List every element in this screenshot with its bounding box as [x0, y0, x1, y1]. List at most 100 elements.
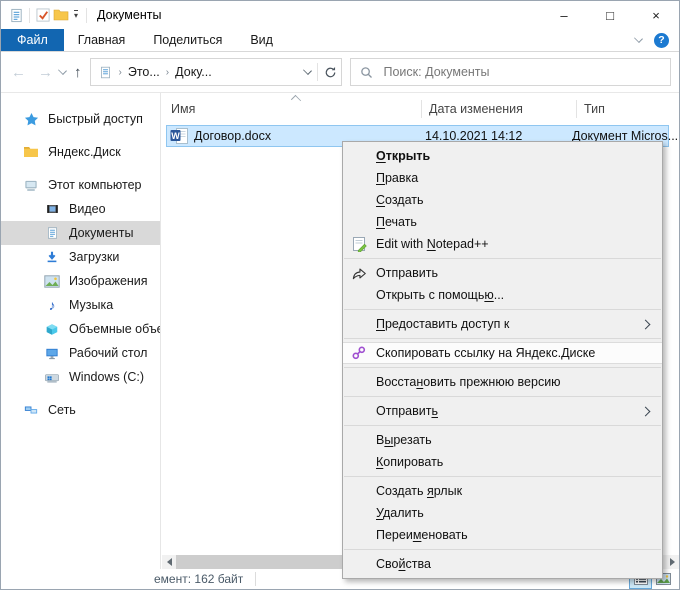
menu-separator — [344, 425, 661, 426]
computer-icon — [22, 177, 40, 193]
sidebar-item-star[interactable]: Быстрый доступ — [1, 107, 160, 131]
column-header-type[interactable]: Тип — [584, 102, 605, 116]
tab-file[interactable]: Файл — [1, 29, 64, 51]
maximize-button[interactable]: □ — [587, 1, 633, 29]
menu-item-3[interactable]: Печать — [343, 211, 662, 233]
sidebar-item-label: Объемные объекты — [69, 322, 161, 336]
menu-icon-spacer — [350, 556, 368, 572]
sidebar-item-music[interactable]: ♪Музыка — [1, 293, 160, 317]
menu-item-14[interactable]: Удалить — [343, 502, 662, 524]
column-headers: Имя Дата изменения Тип — [161, 97, 679, 123]
menu-item-5[interactable]: Отправить — [343, 262, 662, 284]
scroll-left-icon[interactable] — [162, 555, 176, 569]
address-bar[interactable]: ›Это...›Доку... — [90, 58, 342, 86]
breadcrumb: ›Это...›Доку... — [117, 65, 216, 79]
sort-ascending-icon[interactable] — [291, 95, 301, 105]
menu-item-label: Переименовать — [376, 528, 468, 542]
menu-item-label: Копировать — [376, 455, 443, 469]
menu-item-6[interactable]: Открыть с помощью... — [343, 284, 662, 306]
downloads-icon — [43, 249, 61, 265]
search-box[interactable] — [350, 58, 672, 86]
close-button[interactable]: × — [633, 1, 679, 29]
menu-item-0[interactable]: Открыть — [343, 145, 662, 167]
search-input[interactable] — [382, 64, 671, 80]
menu-item-1[interactable]: Правка — [343, 167, 662, 189]
ribbon-tabstrip: Файл ГлавнаяПоделитьсяВид ? — [1, 29, 679, 52]
column-header-date[interactable]: Дата изменения — [429, 102, 523, 116]
star-icon — [22, 111, 40, 127]
help-icon[interactable]: ? — [654, 33, 669, 48]
sidebar-item-drive[interactable]: Windows (C:) — [1, 365, 160, 389]
minimize-button[interactable]: – — [541, 1, 587, 29]
status-divider — [255, 572, 256, 586]
sidebar-item-downloads[interactable]: Загрузки — [1, 245, 160, 269]
menu-icon-spacer — [350, 170, 368, 186]
column-divider[interactable] — [421, 100, 422, 118]
window-controls: – □ × — [541, 1, 679, 29]
menu-icon-spacer — [350, 505, 368, 521]
history-dropdown-icon[interactable] — [58, 66, 67, 75]
location-document-icon — [97, 64, 115, 80]
sidebar-item-pictures[interactable]: Изображения — [1, 269, 160, 293]
menu-separator — [344, 367, 661, 368]
sidebar-item-cube[interactable]: Объемные объекты — [1, 317, 160, 341]
menu-separator — [344, 258, 661, 259]
sidebar-item-label: Рабочий стол — [69, 346, 147, 360]
sidebar-item-desktop[interactable]: Рабочий стол — [1, 341, 160, 365]
tab-2[interactable]: Вид — [236, 29, 287, 51]
qat-dropdown-icon[interactable]: ▾ — [74, 10, 78, 20]
forward-icon[interactable]: → — [38, 64, 53, 81]
menu-item-11[interactable]: Вырезать — [343, 429, 662, 451]
search-icon — [360, 66, 373, 79]
scroll-right-icon[interactable] — [665, 555, 679, 569]
sidebar-item-yandex-folder[interactable]: Яндекс.Диск — [1, 140, 160, 164]
column-divider[interactable] — [576, 100, 577, 118]
sidebar-item-network[interactable]: Сеть — [1, 398, 160, 422]
menu-item-label: Правка — [376, 171, 418, 185]
tab-1[interactable]: Поделиться — [139, 29, 236, 51]
menu-item-label: Предоставить доступ к — [376, 317, 509, 331]
menu-icon-spacer — [350, 374, 368, 390]
address-right — [304, 63, 337, 81]
column-header-name[interactable]: Имя — [171, 102, 195, 116]
menu-item-8[interactable]: Скопировать ссылку на Яндекс.Диске — [343, 342, 662, 364]
menu-item-label: Удалить — [376, 506, 424, 520]
expand-ribbon-icon[interactable] — [634, 34, 643, 43]
menu-icon-spacer — [350, 432, 368, 448]
menu-icon-spacer — [350, 483, 368, 499]
window-title: Документы — [97, 8, 161, 22]
menu-item-10[interactable]: Отправить — [343, 400, 662, 422]
menu-item-7[interactable]: Предоставить доступ к — [343, 313, 662, 335]
menu-item-16[interactable]: Свойства — [343, 553, 662, 575]
breadcrumb-separator-icon: › — [164, 67, 171, 78]
breadcrumb-item[interactable]: Доку... — [171, 65, 216, 79]
submenu-arrow-icon — [641, 406, 651, 416]
sidebar-item-computer[interactable]: Этот компьютер — [1, 173, 160, 197]
sidebar-item-document[interactable]: Документы — [1, 221, 160, 245]
quick-check-icon[interactable] — [34, 6, 52, 24]
menu-item-label: Открыть — [376, 149, 430, 163]
breadcrumb-item[interactable]: Это... — [124, 65, 164, 79]
sidebar-item-label: Этот компьютер — [48, 178, 141, 192]
address-dropdown-icon[interactable] — [303, 66, 312, 75]
file-name: Договор.docx — [194, 129, 271, 143]
ribbon-tabs: ГлавнаяПоделитьсяВид — [64, 29, 287, 51]
menu-item-2[interactable]: Создать — [343, 189, 662, 211]
back-icon[interactable]: ← — [11, 64, 26, 81]
sidebar-item-video[interactable]: Видео — [1, 197, 160, 221]
navigation-bar: ← → ↑ ›Это...›Доку... — [1, 52, 679, 93]
menu-icon-spacer — [350, 192, 368, 208]
tab-0[interactable]: Главная — [64, 29, 140, 51]
menu-item-12[interactable]: Копировать — [343, 451, 662, 473]
drive-icon — [43, 369, 61, 385]
up-icon[interactable]: ↑ — [74, 64, 82, 81]
ribbon-right-controls: ? — [635, 29, 679, 51]
menu-item-15[interactable]: Переименовать — [343, 524, 662, 546]
folder-icon[interactable] — [52, 6, 70, 24]
menu-item-9[interactable]: Восстановить прежнюю версию — [343, 371, 662, 393]
menu-item-13[interactable]: Создать ярлык — [343, 480, 662, 502]
video-icon — [43, 201, 61, 217]
sidebar-item-label: Яндекс.Диск — [48, 145, 121, 159]
refresh-icon[interactable] — [324, 66, 337, 79]
menu-item-4[interactable]: Edit with Notepad++ — [343, 233, 662, 255]
